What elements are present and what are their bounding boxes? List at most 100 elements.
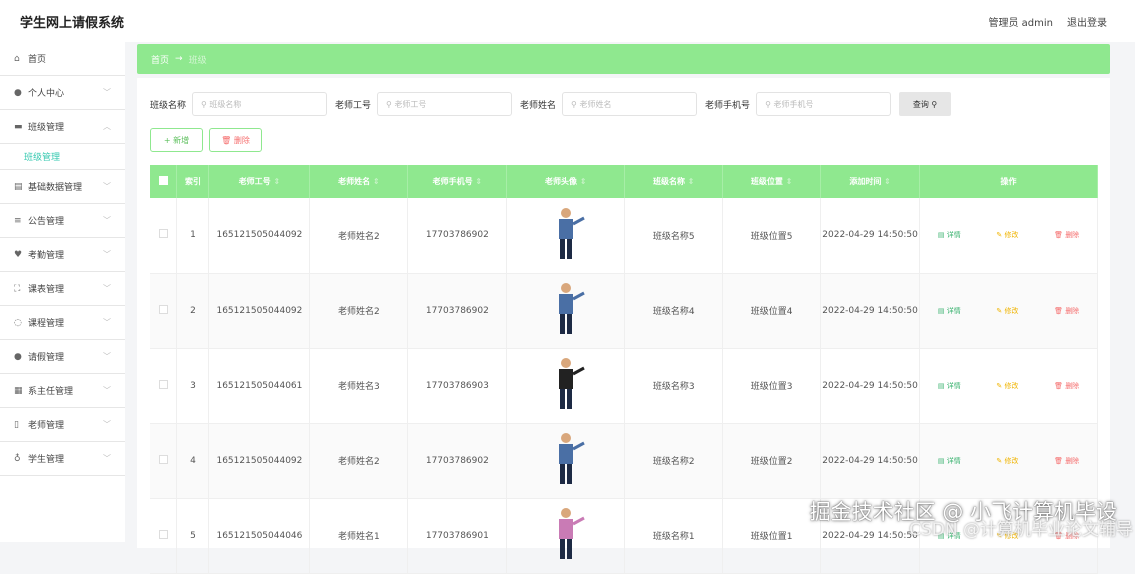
search-placeholder: 老师手机号: [773, 99, 814, 109]
column-header[interactable]: 老师手机号 ⇕: [407, 165, 508, 198]
chevron-down-icon: ﹀: [103, 318, 111, 327]
sort-icon[interactable]: ⇕: [688, 177, 695, 186]
sidebar-item[interactable]: ⌂ 首页: [0, 42, 125, 76]
edit-button[interactable]: ✎ 修改: [996, 456, 1018, 466]
add-button[interactable]: + 新增: [150, 128, 203, 152]
delete-button[interactable]: 🗑 删除: [209, 128, 262, 152]
edit-button[interactable]: ✎ 修改: [996, 381, 1018, 391]
select-all-checkbox[interactable]: [158, 176, 168, 185]
row-delete-button[interactable]: 🗑 删除: [1054, 306, 1079, 316]
sort-icon[interactable]: ⇕: [475, 177, 482, 186]
edit-label: 修改: [1004, 381, 1019, 390]
teacher-avatar-image[interactable]: [544, 204, 588, 264]
sidebar-item[interactable]: ♥ 考勤管理 ﹀: [0, 238, 125, 272]
breadcrumb-home[interactable]: 首页: [151, 53, 169, 66]
column-header[interactable]: 添加时间 ⇕: [820, 165, 921, 198]
detail-label: 详情: [946, 231, 961, 240]
teacher-avatar-image[interactable]: [544, 354, 588, 414]
detail-button[interactable]: ▤ 详情: [938, 306, 961, 316]
sidebar-item[interactable]: ▬ 班级管理 ︿: [0, 110, 125, 144]
search-label: 老师姓名: [520, 100, 557, 111]
edit-button[interactable]: ✎ 修改: [996, 230, 1018, 240]
actions-cell: ▤ 详情 ✎ 修改 🗑 删除: [919, 348, 1098, 424]
detail-button[interactable]: ▤ 详情: [938, 381, 961, 391]
column-header[interactable]: 老师头像 ⇕: [506, 165, 626, 198]
sidebar-item[interactable]: ● 请假管理 ﹀: [0, 340, 125, 374]
sidebar-subitem-class[interactable]: 班级管理: [0, 144, 125, 170]
sidebar-item-label: 首页: [28, 55, 47, 65]
sidebar-item[interactable]: ▤ 基础数据管理 ﹀: [0, 170, 125, 204]
search-input[interactable]: ⚲ 老师姓名: [562, 92, 698, 116]
sort-icon[interactable]: ⇕: [373, 177, 380, 186]
trophy-icon: ♥: [14, 249, 23, 260]
class-icon: ▬: [14, 121, 23, 132]
sort-icon[interactable]: ⇕: [273, 177, 280, 186]
detail-button[interactable]: ▤ 详情: [938, 230, 961, 240]
row-checkbox[interactable]: [158, 229, 168, 239]
row-select-cell: [150, 423, 178, 499]
sidebar-item[interactable]: ▯ 老师管理 ﹀: [0, 408, 125, 442]
teacher-avatar-image[interactable]: [544, 504, 588, 564]
search-input[interactable]: ⚲ 老师手机号: [756, 92, 892, 116]
logout-link[interactable]: 退出登录: [1067, 14, 1107, 29]
sidebar-item[interactable]: ◌ 课程管理 ﹀: [0, 306, 125, 340]
search-input[interactable]: ⚲ 班级名称: [192, 92, 328, 116]
column-header[interactable]: 操作: [919, 165, 1098, 198]
query-button[interactable]: 查询 ⚲: [899, 92, 952, 116]
mic-icon: ♁: [14, 453, 21, 464]
class-name-cell: 班级名称1: [624, 498, 724, 574]
sidebar-item-label: 个人中心: [28, 89, 65, 99]
teacher-avatar-image[interactable]: [544, 429, 588, 489]
sidebar-item[interactable]: ≡ 公告管理 ﹀: [0, 204, 125, 238]
row-checkbox[interactable]: [158, 304, 168, 314]
row-delete-button[interactable]: 🗑 删除: [1054, 381, 1079, 391]
row-delete-button[interactable]: 🗑 删除: [1054, 456, 1079, 466]
column-header[interactable]: 老师工号 ⇕: [208, 165, 311, 198]
table-row: 3 165121505044061 老师姓名3 17703786903 班级名称…: [150, 348, 1098, 424]
teacher-id-cell: 165121505044092: [208, 198, 311, 274]
table-row: 4 165121505044092 老师姓名2 17703786902 班级名称…: [150, 423, 1098, 499]
row-checkbox[interactable]: [158, 529, 168, 539]
search-icon: ⚲: [571, 99, 580, 109]
phone-icon: ▯: [14, 419, 19, 430]
teacher-phone-cell: 17703786903: [407, 348, 508, 424]
sidebar-item[interactable]: ⛶ 课表管理 ﹀: [0, 272, 125, 306]
teacher-phone-cell: 17703786901: [407, 498, 508, 574]
avatar-cell: [506, 273, 626, 349]
actions-cell: ▤ 详情 ✎ 修改 🗑 删除: [919, 198, 1098, 274]
edit-label: 修改: [1004, 306, 1019, 315]
column-header[interactable]: 老师姓名 ⇕: [309, 165, 409, 198]
trash-icon: 🗑: [1054, 456, 1066, 465]
column-header[interactable]: 班级位置 ⇕: [722, 165, 822, 198]
search-input[interactable]: ⚲ 老师工号: [377, 92, 513, 116]
sort-icon[interactable]: ⇕: [884, 177, 891, 186]
sidebar-item[interactable]: ▦ 系主任管理 ﹀: [0, 374, 125, 408]
search-icon: ⚲: [765, 99, 774, 109]
detail-button[interactable]: ▤ 详情: [938, 456, 961, 466]
sort-icon[interactable]: ⇕: [580, 177, 587, 186]
detail-label: 详情: [946, 306, 961, 315]
header-label: 老师头像: [545, 177, 578, 186]
delete-label: 删除: [1065, 381, 1080, 390]
trash-icon: 🗑: [1054, 381, 1066, 390]
teacher-id-cell: 165121505044046: [208, 498, 311, 574]
sidebar-item[interactable]: ♁ 学生管理 ﹀: [0, 442, 125, 476]
edit-label: 修改: [1004, 456, 1019, 465]
teacher-avatar-image[interactable]: [544, 279, 588, 339]
class-location-cell: 班级位置5: [722, 198, 822, 274]
column-header[interactable]: 索引: [176, 165, 210, 198]
row-delete-button[interactable]: 🗑 删除: [1054, 230, 1079, 240]
row-checkbox[interactable]: [158, 454, 168, 464]
table-row: 2 165121505044092 老师姓名2 17703786902 班级名称…: [150, 273, 1098, 349]
detail-icon: ▤: [937, 231, 947, 240]
select-all-header[interactable]: [150, 165, 178, 198]
edit-button[interactable]: ✎ 修改: [996, 306, 1018, 316]
sidebar-item[interactable]: ● 个人中心 ﹀: [0, 76, 125, 110]
row-select-cell: [150, 498, 178, 574]
sort-icon[interactable]: ⇕: [786, 177, 793, 186]
row-checkbox[interactable]: [158, 379, 168, 389]
sidebar-item-label: 班级管理: [28, 123, 65, 133]
teacher-phone-cell: 17703786902: [407, 273, 508, 349]
teacher-name-cell: 老师姓名2: [309, 423, 409, 499]
column-header[interactable]: 班级名称 ⇕: [624, 165, 724, 198]
